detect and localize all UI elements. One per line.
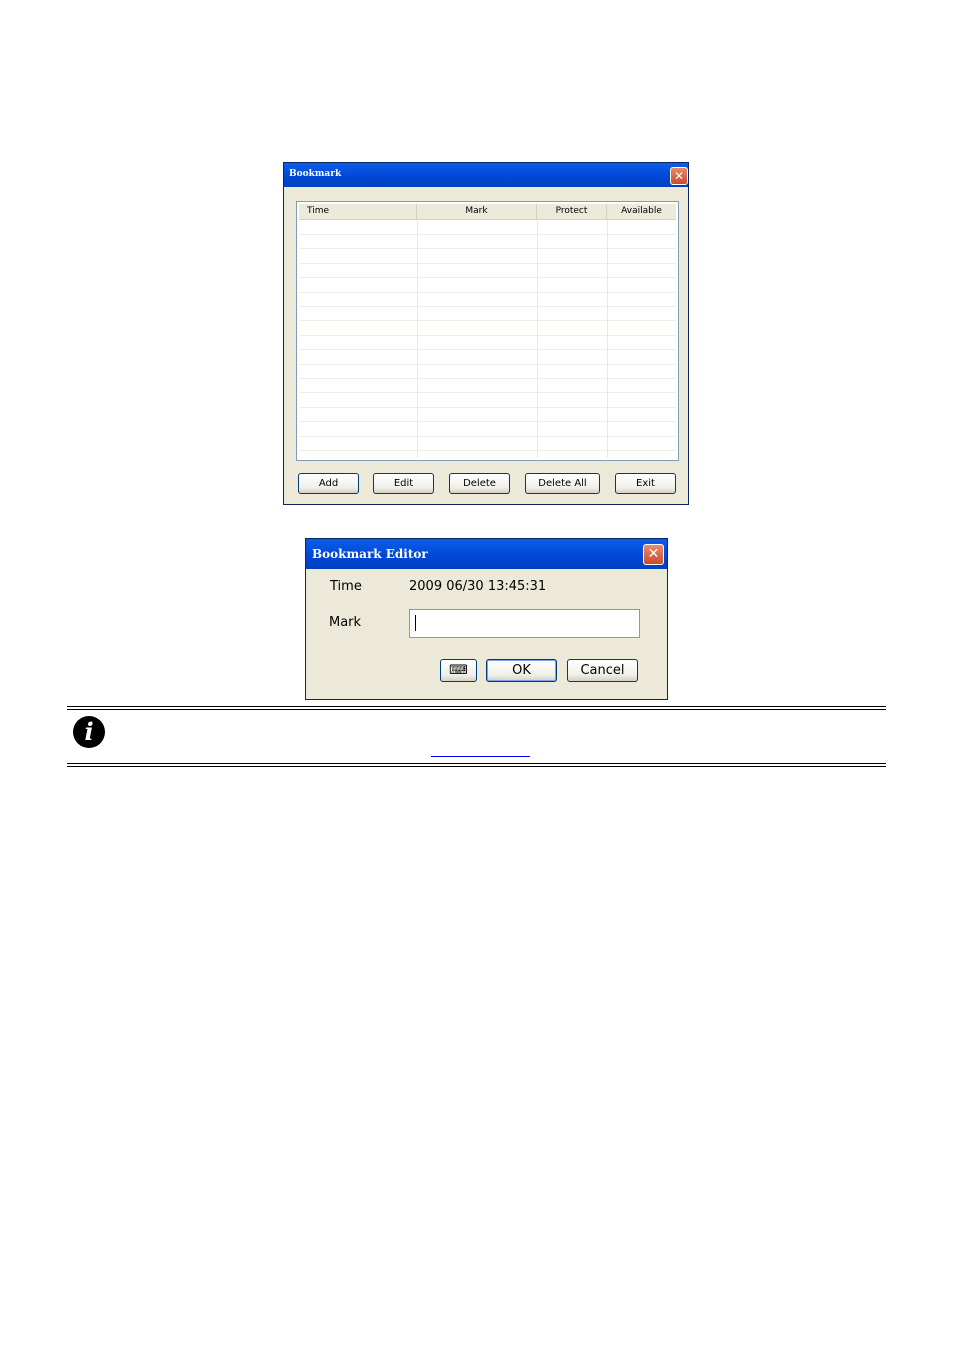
table-row[interactable] xyxy=(299,263,676,264)
bookmark-editor-titlebar[interactable]: Bookmark Editor ✕ xyxy=(306,539,667,569)
note-top-rule xyxy=(67,706,886,707)
bookmark-editor-window: Bookmark Editor ✕ Time 2009 06/30 13:45:… xyxy=(305,538,668,700)
text-caret xyxy=(415,615,416,631)
close-icon[interactable]: ✕ xyxy=(643,544,664,565)
column-header-mark[interactable]: Mark xyxy=(417,204,537,219)
exit-button[interactable]: Exit xyxy=(615,473,676,494)
table-row[interactable] xyxy=(299,277,676,278)
column-header-available[interactable]: Available xyxy=(607,204,676,219)
note-top-rule-inner xyxy=(67,709,886,710)
info-icon: i xyxy=(73,716,105,748)
table-row[interactable] xyxy=(299,450,676,451)
time-label: Time xyxy=(330,579,362,594)
table-row[interactable] xyxy=(299,436,676,437)
mark-label: Mark xyxy=(329,615,362,630)
bookmark-list-header: Time Mark Protect Available xyxy=(299,204,676,220)
column-divider xyxy=(417,220,418,458)
table-row[interactable] xyxy=(299,335,676,336)
delete-all-button[interactable]: Delete All xyxy=(525,473,600,494)
bookmark-editor-title: Bookmark Editor xyxy=(312,547,428,561)
table-row[interactable] xyxy=(299,292,676,293)
bookmark-list[interactable]: Time Mark Protect Available xyxy=(296,201,679,461)
note-link[interactable] xyxy=(431,740,530,757)
column-divider xyxy=(537,220,538,458)
table-row[interactable] xyxy=(299,349,676,350)
bookmark-window-title: Bookmark xyxy=(289,169,342,179)
time-value: 2009 06/30 13:45:31 xyxy=(409,579,547,594)
table-row[interactable] xyxy=(299,407,676,408)
table-row[interactable] xyxy=(299,392,676,393)
ok-button[interactable]: OK xyxy=(486,659,557,682)
table-row[interactable] xyxy=(299,234,676,235)
delete-button[interactable]: Delete xyxy=(449,473,510,494)
table-row[interactable] xyxy=(299,421,676,422)
edit-button[interactable]: Edit xyxy=(373,473,434,494)
table-row[interactable] xyxy=(299,378,676,379)
keyboard-button[interactable]: ⌨ xyxy=(440,659,477,682)
mark-input[interactable] xyxy=(409,609,640,638)
table-row[interactable] xyxy=(299,364,676,365)
bookmark-titlebar[interactable]: Bookmark ✕ xyxy=(284,163,688,187)
bookmark-window: Bookmark ✕ Time Mark Protect Available A… xyxy=(283,162,689,505)
cancel-button[interactable]: Cancel xyxy=(567,659,638,682)
table-row[interactable] xyxy=(299,306,676,307)
column-header-protect[interactable]: Protect xyxy=(537,204,607,219)
note-bottom-rule-inner xyxy=(67,766,886,767)
table-row[interactable] xyxy=(299,320,676,321)
column-divider xyxy=(607,220,608,458)
add-button[interactable]: Add xyxy=(298,473,359,494)
keyboard-icon: ⌨ xyxy=(449,663,468,678)
close-icon[interactable]: ✕ xyxy=(670,167,688,185)
bookmark-list-body xyxy=(299,220,676,458)
note-bottom-rule xyxy=(67,763,886,764)
column-header-time[interactable]: Time xyxy=(299,204,417,219)
table-row[interactable] xyxy=(299,248,676,249)
